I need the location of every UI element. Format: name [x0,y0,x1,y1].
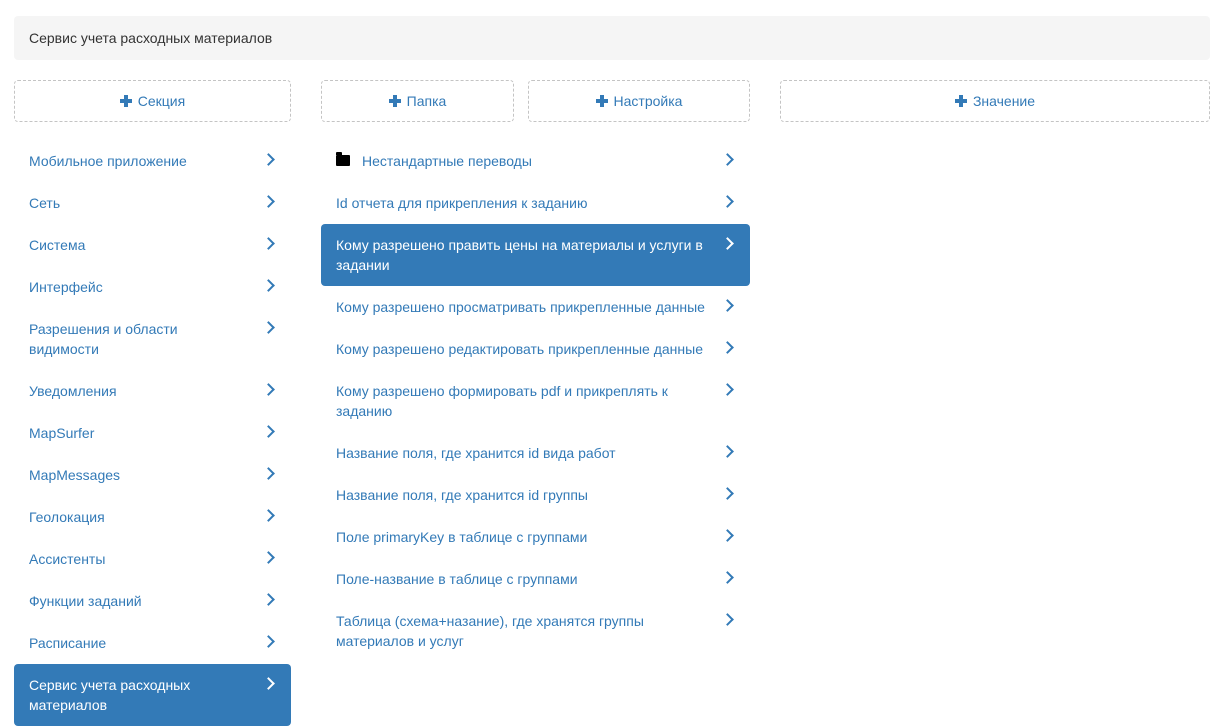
plus-icon [595,95,608,107]
chevron-right-icon [262,279,275,292]
sections-column: Секция Мобильное приложение Сеть Система Ин… [14,80,291,726]
setting-item[interactable]: Кому разрешено править цены на материалы… [321,224,750,286]
section-item[interactable]: Система [14,224,291,266]
items-column: Папка Настройка Нестандартные переводы Id… [321,80,750,662]
chevron-right-icon [721,613,734,626]
plus-icon [954,95,967,107]
setting-item-label: Таблица (схема+назание), где хранятся гр… [336,613,644,649]
section-item-label: MapSurfer [29,425,95,441]
values-column: Значение [780,80,1210,122]
chevron-right-icon [262,509,275,522]
setting-item-label: Поле-название в таблице с группами [336,571,578,587]
section-item[interactable]: Мобильное приложение [14,140,291,182]
section-item[interactable]: MapSurfer [14,412,291,454]
add-folder-label: Папка [406,93,447,109]
chevron-right-icon [721,237,734,250]
section-item[interactable]: Интерфейс [14,266,291,308]
chevron-right-icon [721,383,734,396]
folder-icon [336,152,350,166]
setting-item[interactable]: Название поля, где хранится id группы [321,474,750,516]
settings-list: Нестандартные переводы Id отчета для прик… [321,140,750,662]
section-item[interactable]: Уведомления [14,370,291,412]
chevron-right-icon [721,299,734,312]
chevron-right-icon [262,237,275,250]
section-item-label: Сервис учета расходных материалов [29,677,191,713]
setting-item-label: Нестандартные переводы [362,153,532,169]
section-item-label: Система [29,237,86,253]
setting-item[interactable]: Таблица (схема+назание), где хранятся гр… [321,600,750,662]
add-setting-label: Настройка [613,93,683,109]
chevron-right-icon [262,195,275,208]
setting-item-label: Название поля, где хранится id группы [336,487,588,503]
add-value-label: Значение [972,93,1036,109]
chevron-right-icon [262,677,275,690]
section-item-label: Геолокация [29,509,105,525]
add-section-button[interactable]: Секция [14,80,291,122]
chevron-right-icon [262,425,275,438]
add-folder-button[interactable]: Папка [321,80,514,122]
plus-icon [119,95,132,107]
chevron-right-icon [262,321,275,334]
setting-item-label: Кому разрешено просматривать прикрепленн… [336,299,705,315]
section-item-label: Ассистенты [29,551,106,567]
breadcrumb: Сервис учета расходных материалов [14,16,1210,60]
section-item[interactable]: Сервис учета расходных материалов [14,664,291,726]
sections-list: Мобильное приложение Сеть Система Интерфейс… [14,140,291,726]
section-item[interactable]: Геолокация [14,496,291,538]
chevron-right-icon [721,341,734,354]
chevron-right-icon [262,153,275,166]
chevron-right-icon [262,593,275,606]
chevron-right-icon [262,551,275,564]
section-item[interactable]: Функции заданий [14,580,291,622]
plus-icon [388,95,401,107]
add-setting-button[interactable]: Настройка [528,80,750,122]
setting-item-label: Название поля, где хранится id вида рабо… [336,445,616,461]
setting-item[interactable]: Поле-название в таблице с группами [321,558,750,600]
section-item[interactable]: Расписание [14,622,291,664]
setting-item-label: Кому разрешено править цены на материалы… [336,237,703,273]
setting-item-label: Кому разрешено формировать pdf и прикреп… [336,383,668,419]
setting-item[interactable]: Нестандартные переводы [321,140,750,182]
section-item-label: Функции заданий [29,593,142,609]
chevron-right-icon [262,383,275,396]
chevron-right-icon [721,153,734,166]
section-item-label: Разрешения и области видимости [29,321,178,357]
setting-item[interactable]: Поле primaryKey в таблице с группами [321,516,750,558]
section-item[interactable]: Сеть [14,182,291,224]
section-item[interactable]: Разрешения и области видимости [14,308,291,370]
setting-item-label: Кому разрешено редактировать прикрепленн… [336,341,703,357]
section-item-label: Интерфейс [29,279,103,295]
setting-item[interactable]: Кому разрешено формировать pdf и прикреп… [321,370,750,432]
section-item-label: Расписание [29,635,107,651]
chevron-right-icon [721,195,734,208]
setting-item[interactable]: Кому разрешено просматривать прикрепленн… [321,286,750,328]
section-item-label: Уведомления [29,383,117,399]
setting-item[interactable]: Кому разрешено редактировать прикрепленн… [321,328,750,370]
setting-item[interactable]: Название поля, где хранится id вида рабо… [321,432,750,474]
chevron-right-icon [721,571,734,584]
section-item-label: MapMessages [29,467,121,483]
section-item[interactable]: Ассистенты [14,538,291,580]
chevron-right-icon [262,467,275,480]
section-item-label: Сеть [29,195,61,211]
chevron-right-icon [721,487,734,500]
chevron-right-icon [721,445,734,458]
chevron-right-icon [262,635,275,648]
chevron-right-icon [721,529,734,542]
section-item[interactable]: MapMessages [14,454,291,496]
setting-item[interactable]: Id отчета для прикрепления к заданию [321,182,750,224]
add-section-label: Секция [137,93,186,109]
setting-item-label: Поле primaryKey в таблице с группами [336,529,588,545]
add-value-button[interactable]: Значение [780,80,1210,122]
setting-item-label: Id отчета для прикрепления к заданию [336,195,588,211]
section-item-label: Мобильное приложение [29,153,187,169]
